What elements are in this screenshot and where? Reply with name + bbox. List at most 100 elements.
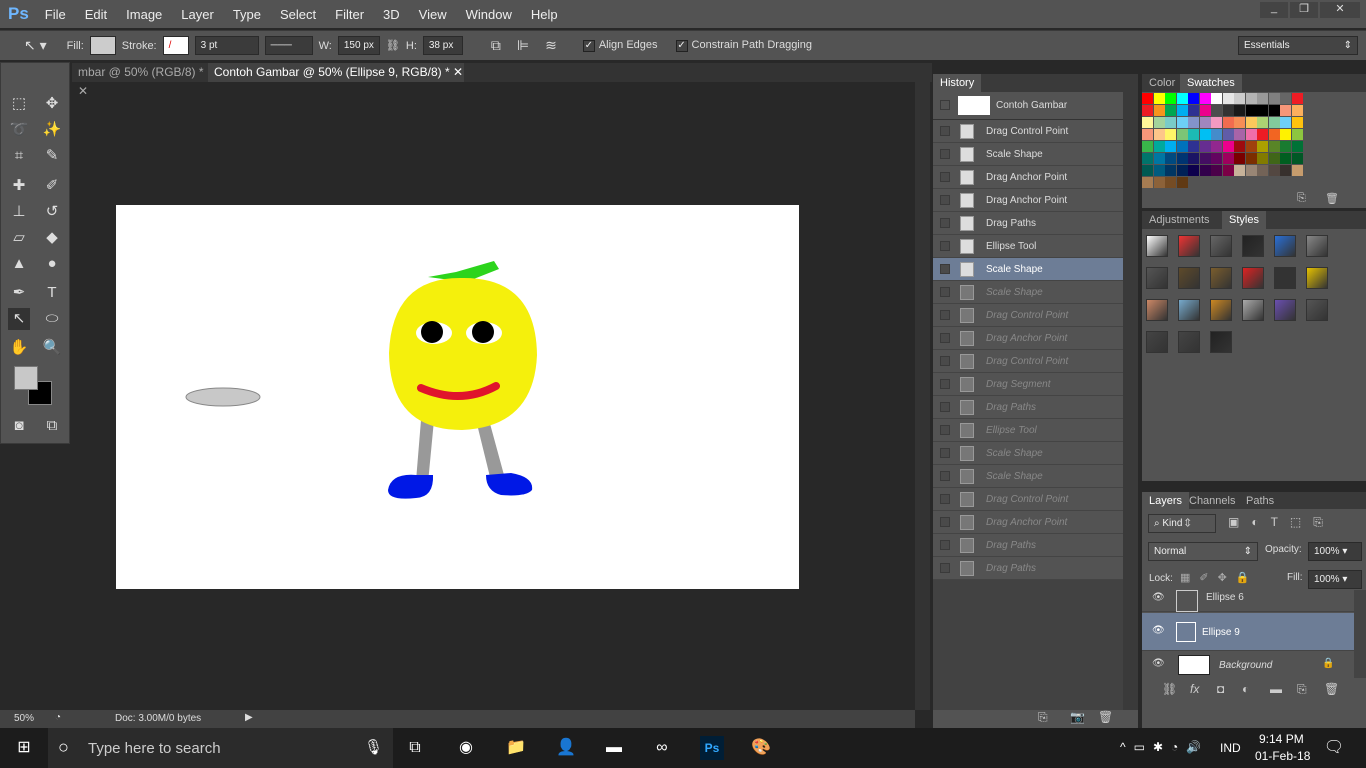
layers-scrollbar[interactable] (1354, 590, 1366, 678)
app-icon[interactable]: 👤 (554, 736, 578, 760)
color-swatch[interactable] (1268, 141, 1280, 152)
path-arrangement-icon[interactable]: ≋ (545, 37, 557, 54)
color-swatch[interactable] (1291, 93, 1303, 104)
history-brush-source-checkbox[interactable] (940, 333, 950, 343)
history-brush-source-checkbox[interactable] (940, 448, 950, 458)
history-item[interactable]: Drag Paths (933, 557, 1123, 580)
color-swatch[interactable] (1280, 141, 1291, 152)
paint-icon[interactable]: 🎨 (749, 736, 773, 760)
style-preset[interactable] (1178, 267, 1200, 289)
color-swatch[interactable] (1188, 105, 1199, 116)
color-swatch[interactable] (1142, 165, 1153, 176)
color-swatch[interactable] (1176, 117, 1188, 128)
vertical-scrollbar[interactable] (915, 82, 930, 710)
menu-select[interactable]: Select (280, 7, 316, 22)
color-swatch[interactable] (1268, 129, 1280, 140)
style-preset[interactable] (1146, 235, 1168, 257)
style-preset[interactable] (1274, 267, 1296, 289)
style-preset[interactable] (1146, 299, 1168, 321)
color-swatch[interactable] (1188, 93, 1199, 104)
color-swatch[interactable] (1280, 105, 1291, 116)
fill-input[interactable]: 100% ▾ (1308, 570, 1362, 589)
visibility-eye-icon[interactable]: 👁 (1152, 658, 1165, 669)
color-swatch[interactable] (1199, 117, 1211, 128)
history-item[interactable]: Scale Shape (933, 258, 1123, 281)
color-swatch[interactable] (1222, 93, 1234, 104)
status-icon[interactable]: ◔ (55, 712, 61, 723)
color-swatch[interactable] (1291, 129, 1303, 140)
tab-channels[interactable]: Channels (1182, 492, 1242, 510)
color-swatch[interactable] (1142, 177, 1153, 188)
minimize-button[interactable]: _ (1260, 2, 1288, 18)
color-swatch[interactable] (1291, 105, 1303, 116)
close-button[interactable]: ✕ (1320, 2, 1360, 18)
tab-document-1[interactable]: mbar @ 50% (RGB/8) * ✕ (72, 63, 208, 98)
color-swatch[interactable] (1245, 93, 1257, 104)
color-swatch[interactable] (1199, 93, 1211, 104)
color-swatch[interactable] (1222, 153, 1234, 164)
menu-file[interactable]: File (45, 7, 66, 22)
color-swatch[interactable] (1211, 141, 1222, 152)
history-item[interactable]: Scale Shape (933, 442, 1123, 465)
style-preset[interactable] (1274, 235, 1296, 257)
tab-document-2[interactable]: Contoh Gambar @ 50% (Ellipse 9, RGB/8) *… (208, 63, 464, 82)
color-swatch[interactable] (1142, 93, 1153, 104)
history-item[interactable]: Drag Anchor Point (933, 511, 1123, 534)
history-brush-icon[interactable]: ↺ (41, 201, 63, 223)
history-brush-source-checkbox[interactable] (940, 494, 950, 504)
color-swatch[interactable] (1234, 153, 1245, 164)
color-swatch[interactable] (1257, 165, 1268, 176)
stroke-width-input[interactable]: 3 pt (194, 36, 259, 55)
new-layer-icon[interactable]: ⎘ (1297, 682, 1307, 697)
history-item[interactable]: Drag Segment (933, 373, 1123, 396)
path-operations-icon[interactable]: ⧉ (491, 37, 501, 54)
color-swatch[interactable] (1176, 165, 1188, 176)
history-item[interactable]: Drag Control Point (933, 350, 1123, 373)
color-swatch[interactable] (1234, 129, 1245, 140)
link-icon[interactable]: ⛓ (386, 39, 400, 52)
opacity-input[interactable]: 100% ▾ (1308, 542, 1362, 561)
color-swatch[interactable] (1153, 141, 1165, 152)
color-swatch[interactable] (1188, 153, 1199, 164)
style-preset[interactable] (1242, 267, 1264, 289)
align-edges-checkbox[interactable]: ✓ Align Edges (582, 39, 658, 52)
tab-history[interactable]: History (933, 74, 982, 92)
clock-time[interactable]: 9:14 PM (1259, 732, 1304, 746)
visibility-eye-icon[interactable]: 👁 (1152, 592, 1165, 603)
history-brush-source-checkbox[interactable] (940, 264, 950, 274)
pen-tool-icon[interactable]: ✒ (8, 282, 30, 304)
system-tray-icons[interactable]: ^▭✱◔🔊 (1120, 740, 1209, 754)
menu-filter[interactable]: Filter (335, 7, 364, 22)
color-swatch[interactable] (1165, 93, 1176, 104)
healing-brush-icon[interactable]: ✚ (8, 175, 30, 197)
new-group-icon[interactable]: ▬ (1270, 682, 1282, 696)
color-swatch[interactable] (1211, 129, 1222, 140)
tab-paths[interactable]: Paths (1239, 492, 1281, 510)
photoshop-taskbar-icon[interactable]: Ps (700, 736, 724, 760)
color-swatch[interactable] (1222, 117, 1234, 128)
style-preset[interactable] (1178, 331, 1200, 353)
new-snapshot-icon[interactable]: 📷 (1070, 710, 1085, 724)
color-swatch[interactable] (1211, 153, 1222, 164)
history-brush-source-checkbox[interactable] (940, 402, 950, 412)
history-item[interactable]: Drag Control Point (933, 488, 1123, 511)
color-swatch[interactable] (1142, 105, 1153, 116)
history-brush-source-checkbox[interactable] (940, 195, 950, 205)
new-document-from-state-icon[interactable]: ⎘ (1038, 710, 1048, 725)
zoom-tool-icon[interactable]: 🔍 (41, 337, 63, 359)
history-item[interactable]: Scale Shape (933, 465, 1123, 488)
color-swatch[interactable] (1222, 105, 1234, 116)
color-swatch[interactable] (1234, 117, 1245, 128)
lasso-tool-icon[interactable]: ➰ (8, 119, 30, 141)
color-swatch[interactable] (1222, 141, 1234, 152)
add-mask-icon[interactable]: ◘ (1217, 682, 1224, 696)
history-item[interactable]: Scale Shape (933, 281, 1123, 304)
color-swatch[interactable] (1165, 177, 1176, 188)
color-swatch[interactable] (1142, 153, 1153, 164)
history-brush-source-checkbox[interactable] (940, 471, 950, 481)
style-preset[interactable] (1210, 299, 1232, 321)
link-layers-icon[interactable]: ⛓ (1162, 682, 1177, 696)
color-swatch[interactable] (1280, 117, 1291, 128)
ellipse-tool-icon[interactable]: ⬭ (41, 308, 63, 330)
document-canvas[interactable] (116, 205, 799, 589)
